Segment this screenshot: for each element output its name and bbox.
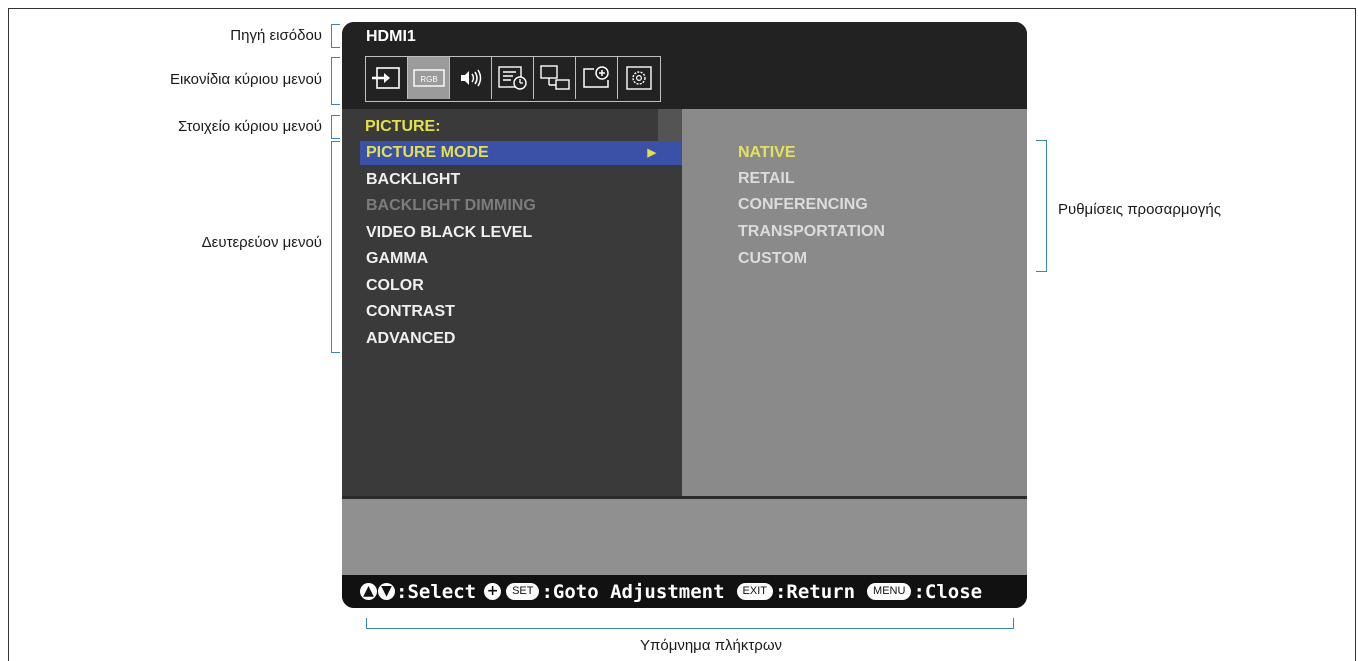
sub-menu-item-backlight[interactable]: BACKLIGHT bbox=[360, 168, 682, 192]
select-legend: :Select bbox=[396, 580, 477, 603]
annotation-adjustment-settings: Ρυθμίσεις προσαρμογής bbox=[1058, 201, 1221, 218]
main-menu-icon-bar: RGB bbox=[365, 56, 661, 102]
annotation-sub-menu: Δευτερεύον μενού bbox=[201, 234, 322, 251]
arrow-right-icon: ▶ bbox=[647, 147, 656, 159]
sub-menu-item-contrast[interactable]: CONTRAST bbox=[360, 300, 682, 324]
key-legend-bar: ▲ ▼ :Select + SET :Goto Adjustment EXIT … bbox=[342, 575, 1027, 608]
option-custom[interactable]: CUSTOM bbox=[738, 250, 807, 268]
sub-menu-item-picture-mode[interactable]: PICTURE MODE ▶ bbox=[360, 141, 682, 165]
close-legend: :Close bbox=[913, 580, 983, 603]
annotation-key-legend: Υπόμνημα πλήκτρων bbox=[640, 637, 783, 654]
option-retail[interactable]: RETAIL bbox=[738, 170, 795, 188]
up-button-icon: ▲ bbox=[360, 583, 377, 600]
sub-menu-item-gamma[interactable]: GAMMA bbox=[360, 247, 682, 271]
annotation-main-menu-item: Στοιχείο κύριου μενού bbox=[177, 118, 322, 135]
rgb-icon-text: RGB bbox=[420, 75, 437, 84]
sub-menu-item-backlight-dimming: BACKLIGHT DIMMING bbox=[366, 197, 536, 214]
exit-key-icon: EXIT bbox=[736, 583, 773, 600]
return-legend: :Return bbox=[774, 580, 856, 603]
main-menu-title: PICTURE: bbox=[365, 118, 441, 135]
bracket-sub-menu bbox=[331, 141, 340, 353]
audio-icon[interactable] bbox=[450, 57, 492, 99]
down-button-icon: ▼ bbox=[378, 583, 395, 600]
bracket-main-menu-item bbox=[331, 115, 340, 139]
bracket-input-source bbox=[331, 24, 340, 48]
sub-menu-item-label: PICTURE MODE bbox=[366, 144, 489, 161]
bracket-adjustment-settings bbox=[1036, 140, 1047, 272]
adjustment-panel bbox=[682, 109, 1027, 497]
sub-menu-item-color[interactable]: COLOR bbox=[360, 274, 682, 298]
set-key-icon: SET bbox=[506, 583, 540, 600]
option-transportation[interactable]: TRANSPORTATION bbox=[738, 223, 885, 241]
input-icon[interactable] bbox=[366, 57, 408, 99]
panel-tab bbox=[658, 109, 682, 143]
bracket-main-menu-icons bbox=[331, 57, 340, 105]
osd-menu: HDMI1 RGB PICTURE: PICTURE MODE ▶ BACKLI… bbox=[342, 22, 1027, 608]
schedule-icon[interactable] bbox=[492, 57, 534, 99]
goto-adjustment-legend: :Goto Adjustment bbox=[541, 580, 725, 603]
plus-button-icon: + bbox=[484, 583, 502, 600]
menu-key-icon: MENU bbox=[867, 583, 912, 600]
option-conferencing[interactable]: CONFERENCING bbox=[738, 196, 868, 214]
bracket-key-legend bbox=[366, 618, 1014, 629]
protect-icon[interactable] bbox=[576, 57, 618, 99]
settings-icon[interactable] bbox=[618, 57, 660, 99]
input-source-label: HDMI1 bbox=[366, 28, 416, 45]
rgb-picture-icon[interactable]: RGB bbox=[408, 57, 450, 99]
annotation-input-source: Πηγή εισόδου bbox=[230, 27, 322, 44]
annotation-main-menu-icons: Εικονίδια κύριου μενού bbox=[169, 71, 322, 88]
sub-menu-item-advanced[interactable]: ADVANCED bbox=[360, 327, 682, 351]
sub-menu-item-video-black-level[interactable]: VIDEO BLACK LEVEL bbox=[360, 221, 682, 245]
info-panel bbox=[342, 499, 1027, 575]
multi-input-icon[interactable] bbox=[534, 57, 576, 99]
option-native[interactable]: NATIVE bbox=[738, 144, 795, 162]
